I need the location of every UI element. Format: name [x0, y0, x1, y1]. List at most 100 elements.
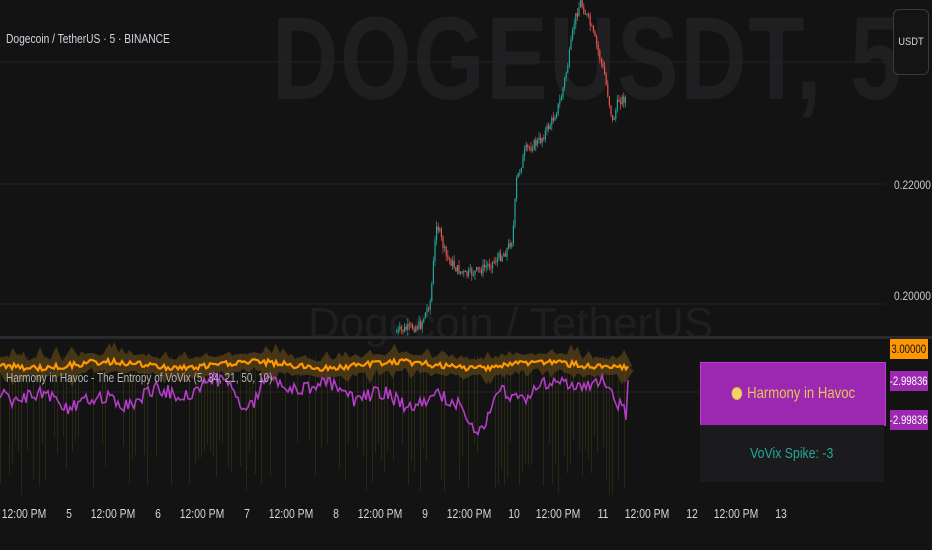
pane-divider[interactable]	[0, 336, 932, 339]
candle-body	[471, 268, 473, 276]
candle-body	[458, 265, 460, 274]
candle-body	[408, 324, 410, 326]
candle-body	[514, 199, 516, 226]
candle-body	[466, 271, 468, 276]
candle-body	[572, 29, 574, 40]
volume-spike-bar	[612, 356, 613, 495]
candle-body	[554, 117, 556, 121]
candle-body	[564, 78, 566, 88]
candle-body	[613, 118, 615, 120]
time-label: 12:00 PM	[624, 506, 670, 521]
candle-body	[560, 97, 562, 101]
candle-body	[597, 44, 599, 51]
volume-spike-bar	[531, 356, 532, 465]
upper-value-badge: 3.00000	[890, 339, 928, 359]
candle-body	[501, 256, 503, 261]
volume-spike-bar	[0, 356, 1, 484]
candle-body	[508, 243, 510, 249]
spike-label: VoVix Spike: -3	[750, 445, 834, 462]
candle-body	[511, 242, 513, 247]
volume-spike-bar	[498, 356, 499, 484]
candle-body	[492, 261, 494, 268]
volume-spike-bar	[507, 356, 508, 479]
candle-body	[621, 96, 623, 105]
candle-body	[463, 271, 465, 273]
candle-body	[533, 140, 535, 150]
chart-area[interactable]: DOGEUSDT, 5 Dogecoin / TetherUS Dogecoin…	[0, 0, 932, 550]
candle-body	[468, 270, 470, 276]
candle-body	[445, 246, 447, 256]
candle-body	[444, 246, 446, 248]
candle-body	[605, 74, 607, 85]
candle-body	[591, 25, 593, 27]
volume-spike-bar	[522, 356, 523, 474]
candle-body	[413, 329, 415, 332]
candle-body	[493, 261, 495, 263]
candle-body	[581, 0, 583, 7]
candles-group	[396, 0, 626, 336]
indicator-title[interactable]: Harmony in Havoc - The Entropy of VoVix …	[6, 371, 272, 385]
candle-body	[434, 240, 436, 261]
time-label: 12:00 PM	[1, 506, 47, 521]
candle-body	[490, 267, 492, 269]
candle-body	[506, 248, 508, 257]
candle-body	[575, 13, 577, 25]
time-label: 12:00 PM	[535, 506, 581, 521]
candle-body	[620, 101, 622, 105]
candle-body	[530, 147, 532, 151]
candle-body	[610, 105, 612, 116]
candle-body	[541, 138, 543, 143]
candle-body	[432, 260, 434, 284]
candle-body	[604, 66, 606, 75]
candle-body	[415, 326, 417, 332]
grid-lines	[0, 61, 885, 393]
harmony-label: Harmony in Havoc	[746, 385, 855, 402]
time-label: 7	[243, 506, 250, 521]
candle-body	[612, 115, 614, 120]
currency-button[interactable]: USDT	[893, 9, 929, 75]
candle-body	[431, 283, 433, 301]
candle-body	[570, 39, 572, 50]
candle-body	[477, 267, 479, 269]
candle-body	[421, 322, 423, 329]
candle-body	[504, 253, 506, 257]
candle-body	[624, 97, 626, 103]
candle-body	[442, 236, 444, 248]
candle-body	[568, 49, 570, 66]
candle-body	[487, 264, 489, 266]
volume-spike-bar	[555, 356, 556, 465]
candle-body	[602, 62, 604, 67]
candle-body	[535, 140, 537, 146]
candle-body	[600, 58, 602, 63]
candle-body	[404, 327, 406, 332]
candle-body	[512, 225, 514, 243]
spike-status-box: VoVix Spike: -3	[700, 425, 884, 482]
candle-body	[509, 243, 511, 247]
volume-spike-bar	[558, 356, 559, 494]
candle-body	[436, 226, 438, 241]
currency-label: USDT	[898, 36, 924, 48]
candle-body	[608, 96, 610, 106]
coin-icon	[731, 387, 742, 401]
time-label: 12:00 PM	[179, 506, 225, 521]
candle-body	[623, 96, 625, 103]
candle-body	[596, 36, 598, 45]
candle-body	[418, 321, 420, 329]
candle-body	[456, 265, 458, 272]
mid-value-badge: -2.99836	[890, 371, 928, 391]
candle-body	[586, 13, 588, 15]
volume-spike-bar	[606, 356, 607, 480]
candle-body	[549, 125, 551, 130]
candle-body	[453, 260, 455, 268]
candle-body	[548, 125, 550, 130]
candle-body	[520, 168, 522, 172]
time-label: 12:00 PM	[357, 506, 403, 521]
candle-body	[476, 267, 478, 271]
symbol-title[interactable]: Dogecoin / TetherUS · 5 · BINANCE	[6, 32, 170, 46]
candle-body	[429, 300, 431, 310]
low-value-badge: -2.99836	[890, 410, 928, 430]
price-label-0220: 0.22000	[894, 178, 931, 192]
candle-body	[556, 113, 558, 118]
candle-body	[396, 331, 398, 333]
volume-spike-bar	[285, 356, 286, 489]
